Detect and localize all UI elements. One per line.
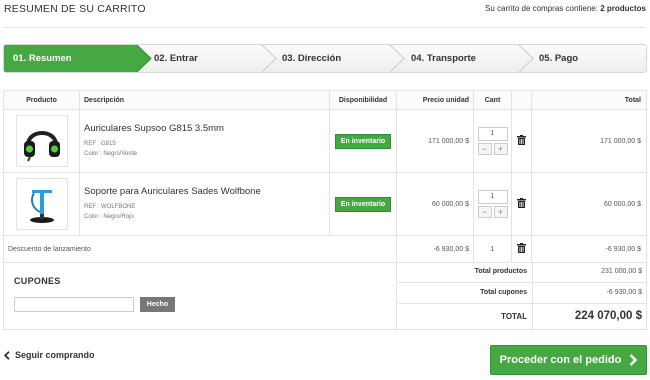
total-products-value: 231 000,00 $ bbox=[532, 262, 647, 282]
cart-count-value: 2 productos bbox=[600, 4, 646, 13]
chevron-left-icon bbox=[4, 350, 10, 360]
total-products-row: Total productos 231 000,00 $ bbox=[398, 262, 647, 283]
qty-cell: 1 − + bbox=[473, 109, 512, 173]
discount-label: Descuento de lanzamiento bbox=[3, 235, 397, 263]
qty-cell: 1 − + bbox=[473, 172, 512, 236]
grand-total-value: 224 070,00 $ bbox=[532, 304, 647, 329]
product-thumbnail[interactable] bbox=[15, 115, 68, 167]
step-divider-2 bbox=[261, 45, 277, 72]
product-name[interactable]: Auriculares Supsoo G815 3.5mm bbox=[84, 123, 329, 134]
col-total: Total bbox=[531, 90, 647, 110]
discount-row: Descuento de lanzamiento -6 930,00 $ 1 -… bbox=[3, 235, 647, 263]
description-cell: Soporte para Auriculares Sades Wolfbone … bbox=[79, 172, 330, 236]
cart-count: Su carrito de compras contiene: 2 produc… bbox=[485, 4, 646, 13]
cart-summary: CUPONES Hecho Total productos 231 000,00… bbox=[3, 262, 647, 330]
continue-shopping-link[interactable]: Seguir comprando bbox=[4, 350, 95, 360]
trash-icon[interactable] bbox=[517, 198, 526, 208]
step-divider-4 bbox=[518, 45, 534, 72]
quantity-input[interactable]: 1 bbox=[477, 190, 508, 204]
table-row: Soporte para Auriculares Sades Wolfbone … bbox=[3, 172, 647, 236]
cart-count-label: Su carrito de compras contiene: bbox=[485, 4, 598, 13]
total-coupons-row: Total cupones -6 930,00 $ bbox=[398, 283, 647, 304]
availability-badge: En inventario bbox=[334, 133, 392, 149]
col-unit-price: Precio unidad bbox=[396, 90, 474, 110]
cart-table: Producto Descripción Disponibilidad Prec… bbox=[3, 90, 647, 263]
product-ref: REF : WOLFBONE bbox=[84, 204, 136, 210]
step-transporte[interactable]: 04. Transporte bbox=[411, 45, 476, 72]
unit-price: 171 000,00 $ bbox=[396, 109, 474, 173]
table-row: Auriculares Supsoo G815 3.5mm REF : G815… bbox=[3, 109, 647, 173]
headphone-stand-icon bbox=[29, 190, 54, 223]
proceed-checkout-button[interactable]: Proceder con el pedido bbox=[490, 345, 647, 375]
coupons-title: CUPONES bbox=[14, 276, 61, 286]
col-availability: Disponibilidad bbox=[329, 90, 397, 110]
step-divider-3 bbox=[389, 45, 405, 72]
product-cell bbox=[3, 109, 80, 173]
availability-badge: En inventario bbox=[334, 196, 392, 212]
col-product: Producto bbox=[3, 90, 80, 110]
header-divider bbox=[4, 27, 646, 28]
qty-decrease-button[interactable]: − bbox=[477, 143, 492, 155]
headphones-icon bbox=[23, 131, 60, 162]
chevron-right-icon bbox=[629, 354, 638, 366]
step-resumen[interactable]: 01. Resumen bbox=[13, 45, 72, 72]
discount-total: -6 930,00 $ bbox=[531, 235, 647, 263]
product-ref: REF : G815 bbox=[84, 141, 116, 147]
quantity-stepper: 1 − + bbox=[477, 190, 508, 218]
description-cell: Auriculares Supsoo G815 3.5mm REF : G815… bbox=[79, 109, 330, 173]
qty-increase-button[interactable]: + bbox=[493, 206, 508, 218]
total-coupons-label: Total cupones bbox=[480, 289, 527, 296]
grand-total-label: TOTAL bbox=[501, 312, 527, 321]
line-total: 60 000,00 $ bbox=[531, 172, 647, 236]
trash-icon[interactable] bbox=[517, 243, 526, 253]
product-thumbnail[interactable] bbox=[15, 178, 68, 230]
qty-decrease-button[interactable]: − bbox=[477, 206, 492, 218]
col-qty: Cant bbox=[473, 90, 512, 110]
continue-shopping-label: Seguir comprando bbox=[15, 350, 95, 360]
page-title: RESUMEN DE SU CARRITO bbox=[4, 3, 146, 15]
col-description: Descripción bbox=[79, 90, 330, 110]
table-header-row: Producto Descripción Disponibilidad Prec… bbox=[3, 90, 647, 110]
product-name[interactable]: Soporte para Auriculares Sades Wolfbone bbox=[84, 186, 329, 197]
trash-icon[interactable] bbox=[517, 135, 526, 145]
product-cell bbox=[3, 172, 80, 236]
step-direccion[interactable]: 03. Dirección bbox=[282, 45, 341, 72]
step-pago[interactable]: 05. Pago bbox=[539, 45, 578, 72]
qty-increase-button[interactable]: + bbox=[493, 143, 508, 155]
grand-total-row: TOTAL 224 070,00 $ bbox=[398, 304, 647, 329]
delete-cell bbox=[511, 172, 532, 236]
line-total: 171 000,00 $ bbox=[531, 109, 647, 173]
availability-cell: En inventario bbox=[329, 109, 397, 173]
availability-cell: En inventario bbox=[329, 172, 397, 236]
coupons-section: CUPONES Hecho bbox=[4, 262, 397, 329]
quantity-stepper: 1 − + bbox=[477, 127, 508, 155]
apply-coupon-button[interactable]: Hecho bbox=[140, 297, 175, 312]
product-color: Color : Negro/Verde bbox=[84, 151, 138, 157]
delete-cell bbox=[511, 235, 532, 263]
unit-price: 60 000,00 $ bbox=[396, 172, 474, 236]
quantity-input[interactable]: 1 bbox=[477, 127, 508, 141]
discount-qty: 1 bbox=[473, 235, 512, 263]
discount-unit-price: -6 930,00 $ bbox=[396, 235, 474, 263]
delete-cell bbox=[511, 109, 532, 173]
total-products-label: Total productos bbox=[474, 268, 527, 275]
coupon-input[interactable] bbox=[14, 297, 134, 312]
checkout-steps: 01. Resumen 02. Entrar 03. Dirección 04.… bbox=[3, 44, 647, 73]
col-delete bbox=[511, 90, 532, 110]
step-entrar[interactable]: 02. Entrar bbox=[154, 45, 198, 72]
proceed-checkout-label: Proceder con el pedido bbox=[499, 354, 622, 366]
total-coupons-value: -6 930,00 $ bbox=[532, 283, 647, 303]
product-color: Color : Negro/Rojo bbox=[84, 214, 134, 220]
